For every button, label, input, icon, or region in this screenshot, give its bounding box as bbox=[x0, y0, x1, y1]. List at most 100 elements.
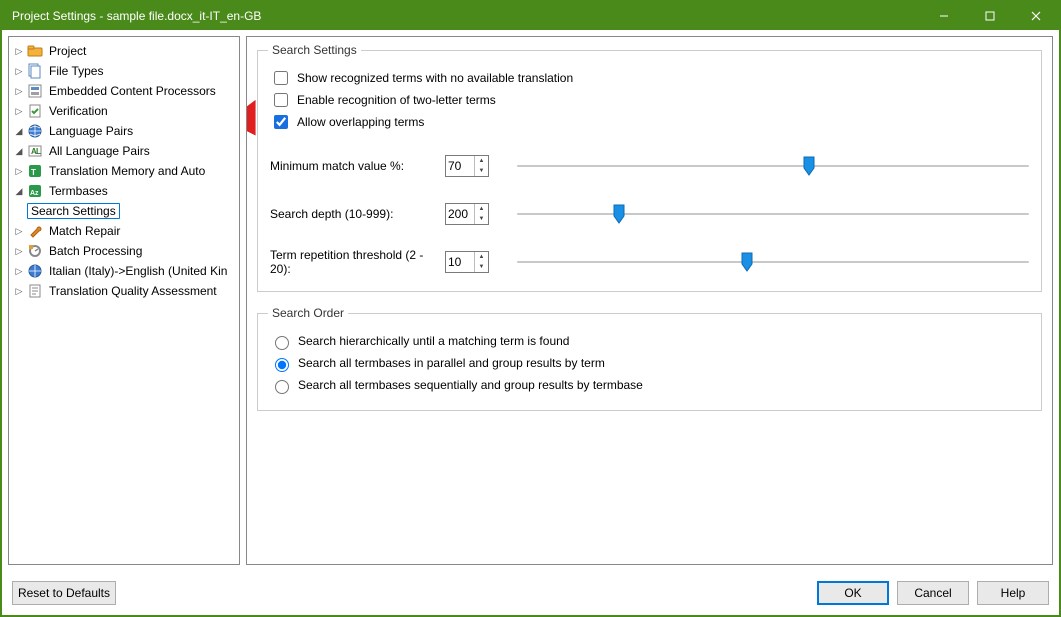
chevron-right-icon[interactable]: ▷ bbox=[13, 285, 25, 297]
tree-label: Match Repair bbox=[47, 224, 122, 238]
spin-up-icon[interactable]: ▲ bbox=[475, 252, 488, 262]
tree-label: Search Settings bbox=[27, 203, 120, 219]
cancel-button[interactable]: Cancel bbox=[897, 581, 969, 605]
checkbox-label: Enable recognition of two-letter terms bbox=[297, 93, 496, 107]
radio-input[interactable] bbox=[275, 358, 289, 372]
termbase-icon: Az bbox=[27, 183, 43, 199]
tree-item-italian-english[interactable]: ▷ Italian (Italy)->English (United Kin bbox=[9, 261, 239, 281]
chevron-right-icon[interactable]: ▷ bbox=[13, 165, 25, 177]
tree-item-tqa[interactable]: ▷ Translation Quality Assessment bbox=[9, 281, 239, 301]
tree-label: Translation Memory and Auto bbox=[47, 164, 207, 178]
chevron-right-icon[interactable]: ▷ bbox=[13, 105, 25, 117]
dialog-body: ▷ Project ▷ File bbox=[2, 30, 1059, 571]
tree-item-search-settings[interactable]: ▷ Search Settings bbox=[9, 201, 239, 221]
spin-down-icon[interactable]: ▼ bbox=[475, 262, 488, 272]
spinner-buttons[interactable]: ▲▼ bbox=[474, 156, 488, 176]
svg-text:T: T bbox=[31, 168, 36, 177]
min-match-input[interactable] bbox=[446, 159, 474, 173]
checkbox-enable-two-letter[interactable]: Enable recognition of two-letter terms bbox=[270, 89, 1029, 111]
spin-down-icon[interactable]: ▼ bbox=[475, 214, 488, 224]
radio-parallel[interactable]: Search all termbases in parallel and gro… bbox=[270, 352, 1029, 374]
tree-item-file-types[interactable]: ▷ File Types bbox=[9, 61, 239, 81]
svg-text:L: L bbox=[36, 147, 41, 156]
search-depth-row: Search depth (10-999): ▲▼ bbox=[270, 199, 1029, 229]
verification-icon bbox=[27, 103, 43, 119]
radio-input[interactable] bbox=[275, 336, 289, 350]
checkbox-input[interactable] bbox=[274, 115, 288, 129]
ok-button[interactable]: OK bbox=[817, 581, 889, 605]
settings-content: Search Settings Show recognized terms wi… bbox=[246, 36, 1053, 565]
term-rep-row: Term repetition threshold (2 - 20): ▲▼ bbox=[270, 247, 1029, 277]
tree-label: Language Pairs bbox=[47, 124, 135, 138]
tree-label: Italian (Italy)->English (United Kin bbox=[47, 264, 229, 278]
tm-icon: T bbox=[27, 163, 43, 179]
tree-item-tm-auto[interactable]: ▷ T Translation Memory and Auto bbox=[9, 161, 239, 181]
checkbox-label: Show recognized terms with no available … bbox=[297, 71, 573, 85]
navigation-tree[interactable]: ▷ Project ▷ File bbox=[8, 36, 240, 565]
chevron-right-icon[interactable]: ▷ bbox=[13, 65, 25, 77]
tree-item-verification[interactable]: ▷ Verification bbox=[9, 101, 239, 121]
checkbox-show-recognized[interactable]: Show recognized terms with no available … bbox=[270, 67, 1029, 89]
project-settings-window: Project Settings - sample file.docx_it-I… bbox=[0, 0, 1061, 617]
batch-icon bbox=[27, 243, 43, 259]
match-repair-icon bbox=[27, 223, 43, 239]
reset-defaults-button[interactable]: Reset to Defaults bbox=[12, 581, 116, 605]
search-settings-group: Search Settings Show recognized terms wi… bbox=[257, 43, 1042, 292]
radio-input[interactable] bbox=[275, 380, 289, 394]
group-legend: Search Order bbox=[268, 306, 348, 320]
checkbox-input[interactable] bbox=[274, 93, 288, 107]
search-depth-label: Search depth (10-999): bbox=[270, 207, 445, 221]
help-button[interactable]: Help bbox=[977, 581, 1049, 605]
minimize-button[interactable] bbox=[921, 2, 967, 30]
search-depth-spinner[interactable]: ▲▼ bbox=[445, 203, 489, 225]
maximize-button[interactable] bbox=[967, 2, 1013, 30]
spin-down-icon[interactable]: ▼ bbox=[475, 166, 488, 176]
tree-item-language-pairs[interactable]: ◢ Language Pairs bbox=[9, 121, 239, 141]
checkbox-label: Allow overlapping terms bbox=[297, 115, 424, 129]
term-rep-input[interactable] bbox=[446, 255, 474, 269]
chevron-right-icon[interactable]: ▷ bbox=[13, 245, 25, 257]
min-match-row: Minimum match value %: ▲▼ bbox=[270, 151, 1029, 181]
spinner-buttons[interactable]: ▲▼ bbox=[474, 204, 488, 224]
chevron-down-icon[interactable]: ◢ bbox=[13, 125, 25, 137]
project-icon bbox=[27, 43, 43, 59]
tree-item-all-language-pairs[interactable]: ◢ AL All Language Pairs bbox=[9, 141, 239, 161]
group-legend: Search Settings bbox=[268, 43, 361, 57]
radio-sequential[interactable]: Search all termbases sequentially and gr… bbox=[270, 374, 1029, 396]
radio-hierarchical[interactable]: Search hierarchically until a matching t… bbox=[270, 330, 1029, 352]
language-pairs-icon bbox=[27, 123, 43, 139]
checkbox-allow-overlap[interactable]: Allow overlapping terms bbox=[270, 111, 1029, 133]
chevron-right-icon[interactable]: ▷ bbox=[13, 225, 25, 237]
chevron-down-icon[interactable]: ◢ bbox=[13, 145, 25, 157]
tree-label: File Types bbox=[47, 64, 105, 78]
chevron-right-icon[interactable]: ▷ bbox=[13, 45, 25, 57]
min-match-slider[interactable] bbox=[517, 156, 1029, 176]
chevron-right-icon[interactable]: ▷ bbox=[13, 265, 25, 277]
close-button[interactable] bbox=[1013, 2, 1059, 30]
tree-item-termbases[interactable]: ◢ Az Termbases bbox=[9, 181, 239, 201]
tree-item-batch-processing[interactable]: ▷ Batch Processing bbox=[9, 241, 239, 261]
radio-label: Search hierarchically until a matching t… bbox=[298, 334, 569, 348]
slider-thumb-icon[interactable] bbox=[612, 204, 626, 224]
search-depth-slider[interactable] bbox=[517, 204, 1029, 224]
spin-up-icon[interactable]: ▲ bbox=[475, 156, 488, 166]
chevron-right-icon[interactable]: ▷ bbox=[13, 85, 25, 97]
tree-label: Project bbox=[47, 44, 88, 58]
term-rep-slider[interactable] bbox=[517, 252, 1029, 272]
search-order-group: Search Order Search hierarchically until… bbox=[257, 306, 1042, 411]
tree-item-embedded[interactable]: ▷ Embedded Content Processors bbox=[9, 81, 239, 101]
slider-thumb-icon[interactable] bbox=[802, 156, 816, 176]
chevron-down-icon[interactable]: ◢ bbox=[13, 185, 25, 197]
slider-thumb-icon[interactable] bbox=[740, 252, 754, 272]
tree-item-project[interactable]: ▷ Project bbox=[9, 41, 239, 61]
term-rep-spinner[interactable]: ▲▼ bbox=[445, 251, 489, 273]
spin-up-icon[interactable]: ▲ bbox=[475, 204, 488, 214]
tree-label: Embedded Content Processors bbox=[47, 84, 218, 98]
tree-item-match-repair[interactable]: ▷ Match Repair bbox=[9, 221, 239, 241]
tree-label: All Language Pairs bbox=[47, 144, 152, 158]
tree-label: Batch Processing bbox=[47, 244, 144, 258]
search-depth-input[interactable] bbox=[446, 207, 474, 221]
checkbox-input[interactable] bbox=[274, 71, 288, 85]
min-match-spinner[interactable]: ▲▼ bbox=[445, 155, 489, 177]
spinner-buttons[interactable]: ▲▼ bbox=[474, 252, 488, 272]
